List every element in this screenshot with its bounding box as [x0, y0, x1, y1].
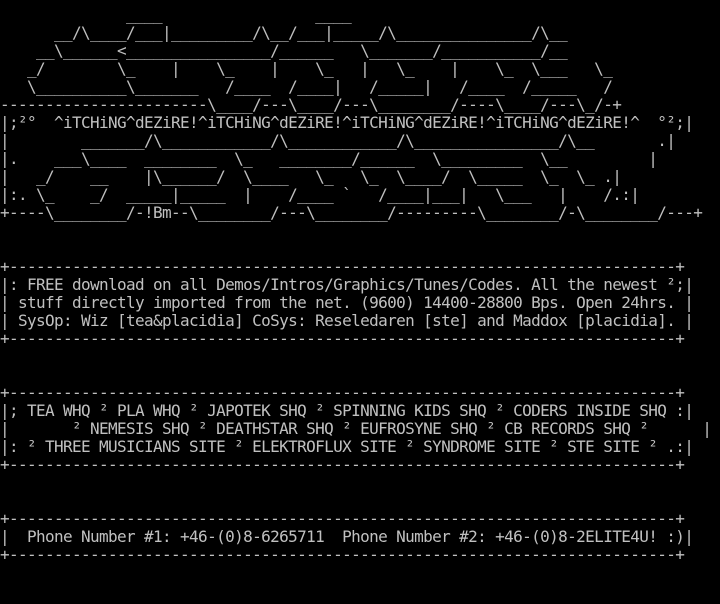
- logo-box-bottom-border: +----\________/-!Bm--\________/---\_____…: [0, 203, 703, 222]
- info-box-top-border: +---------------------------------------…: [0, 257, 685, 276]
- info-line-free-download: |: FREE download on all Demos/Intros/Gra…: [0, 275, 694, 294]
- phone-numbers-line: | Phone Number #1: +46-(0)8-6265711 Phon…: [0, 527, 694, 546]
- ansi-art-block: ____ ____ __/\____/___|_________/\__/___…: [0, 5, 712, 564]
- affiliations-line-2: | ² NEMESIS SHQ ² DEATHSTAR SHQ ² EUFROS…: [0, 419, 712, 438]
- logo-line-1: ____ ____: [0, 5, 352, 24]
- info-box-bottom-border: +---------------------------------------…: [0, 329, 685, 348]
- logo-line-4: _/ \_ | \_ | \_ | \_ | \_ \___ \_: [0, 59, 613, 78]
- phone-box-top-border: +---------------------------------------…: [0, 509, 685, 528]
- info-line-sysop: | SysOp: Wiz [tea&placidia] CoSys: Resel…: [0, 311, 694, 330]
- logo-line-10: | _/ __ |\______/ \____ \_ \_ \____/ \__…: [0, 167, 622, 186]
- info-line-speed-hours: | stuff directly imported from the net. …: [0, 293, 694, 312]
- affiliations-box-bottom-border: +---------------------------------------…: [0, 455, 685, 474]
- phone-box-bottom-border: +---------------------------------------…: [0, 545, 685, 564]
- bbs-terminal-screen: ____ ____ __/\____/___|_________/\__/___…: [0, 0, 720, 604]
- itching-desire-banner: |;²° ^iTCHiNG^dEZiRE!^iTCHiNG^dEZiRE!^iT…: [0, 113, 694, 132]
- affiliations-line-3: |: ² THREE MUSICIANS SITE ² ELEKTROFLUX …: [0, 437, 694, 456]
- logo-line-3: __\______<________________/______ \_____…: [0, 41, 568, 60]
- logo-line-8: | _______/\____________/\____________/\_…: [0, 131, 676, 150]
- affiliations-line-1: |; TEA WHQ ² PLA WHQ ² JAPOTEK SHQ ² SPI…: [0, 401, 694, 420]
- logo-box-top-border: -----------------------\____/---\____/--…: [0, 95, 622, 114]
- logo-line-5: \__________\_______ /____ /____| /_____|…: [0, 77, 613, 96]
- logo-line-11: |:. \_ _/ _____|_____ | /____ ` /____|__…: [0, 185, 640, 204]
- logo-line-2: __/\____/___|_________/\__/___|_____/\__…: [0, 23, 568, 42]
- logo-line-9: |. ___\____ ________ \_ ________/______ …: [0, 149, 658, 168]
- affiliations-box-top-border: +---------------------------------------…: [0, 383, 685, 402]
